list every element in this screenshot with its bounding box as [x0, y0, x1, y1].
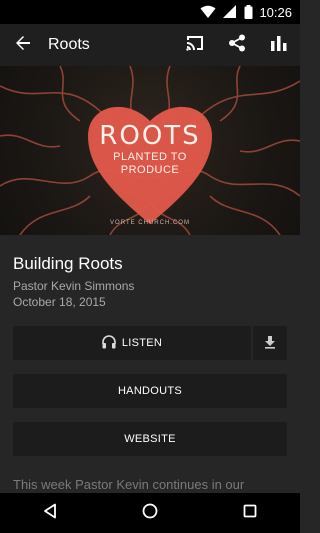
home-circle-icon — [142, 503, 158, 524]
sermon-description: This week Pastor Kevin continues in our — [13, 477, 245, 492]
battery-icon — [244, 5, 253, 19]
share-button[interactable] — [216, 24, 258, 66]
sermon-artwork: ROOTS PLANTED TO PRODUCE VORTE CHURCH.CO… — [0, 66, 300, 235]
share-icon — [228, 34, 246, 57]
arrow-back-icon — [15, 35, 31, 56]
app-bar: Roots — [0, 24, 300, 66]
signal-icon — [222, 5, 238, 19]
listen-button[interactable]: LISTEN — [13, 326, 251, 360]
website-label: WEBSITE — [124, 433, 176, 445]
artwork-title: ROOTS — [99, 121, 201, 151]
recents-square-icon — [243, 504, 257, 523]
handouts-button[interactable]: HANDOUTS — [13, 374, 287, 408]
back-button[interactable] — [0, 24, 46, 66]
stats-button[interactable] — [258, 24, 300, 66]
website-button[interactable]: WEBSITE — [13, 422, 287, 456]
page-title: Roots — [48, 36, 90, 53]
sermon-title: Building Roots — [13, 254, 123, 273]
nav-back-button[interactable] — [20, 493, 80, 533]
sermon-speaker: Pastor Kevin Simmons — [13, 279, 135, 293]
handouts-label: HANDOUTS — [117, 385, 183, 397]
nav-recents-button[interactable] — [220, 493, 280, 533]
download-button[interactable] — [253, 326, 287, 360]
status-bar: 10:26 — [0, 0, 300, 24]
artwork-text: ROOTS PLANTED TO PRODUCE — [0, 121, 300, 177]
wifi-icon — [200, 5, 216, 19]
headphones-icon — [102, 334, 116, 352]
status-time: 10:26 — [259, 4, 292, 20]
back-triangle-icon — [43, 503, 57, 524]
cast-button[interactable] — [174, 24, 216, 66]
system-nav-bar — [0, 493, 300, 533]
sermon-date: October 18, 2015 — [13, 295, 106, 309]
listen-label: LISTEN — [121, 337, 163, 349]
artwork-subtitle-line2: PRODUCE — [120, 164, 180, 176]
artwork-site: VORTE CHURCH.COM — [110, 220, 190, 226]
bar-chart-icon — [270, 35, 288, 56]
download-icon — [263, 335, 277, 352]
nav-home-button[interactable] — [120, 493, 180, 533]
cast-icon — [185, 35, 205, 56]
artwork-subtitle-line1: PLANTED TO — [113, 151, 187, 163]
